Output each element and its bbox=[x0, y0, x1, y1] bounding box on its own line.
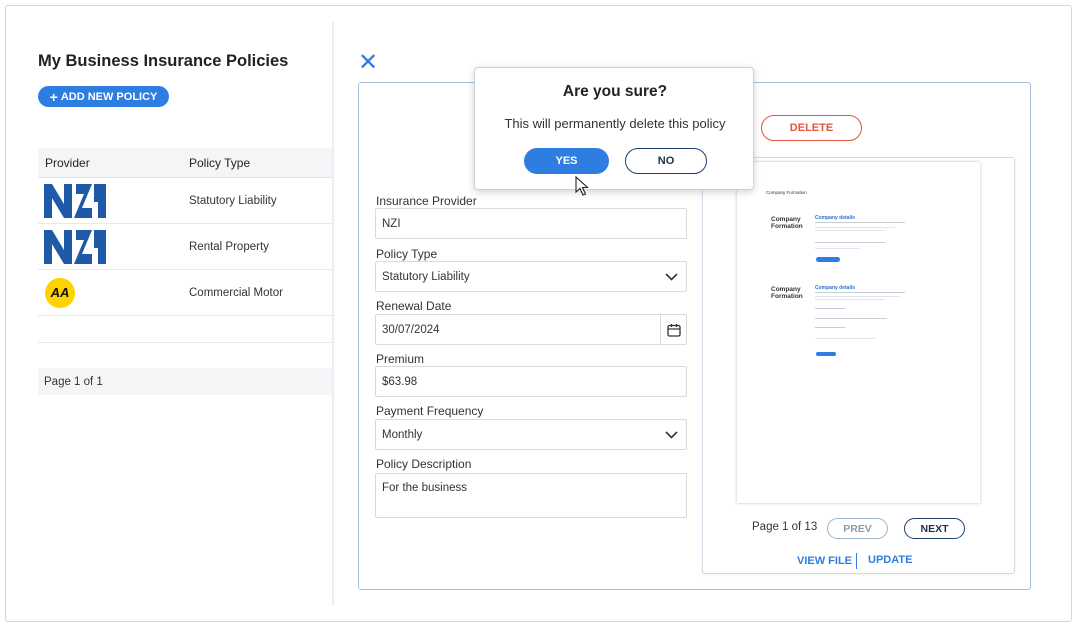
dialog-title: Are you sure? bbox=[562, 83, 668, 100]
policy-type-select[interactable]: Statutory Liability bbox=[375, 261, 687, 292]
insurance-provider-label: Insurance Provider bbox=[376, 194, 477, 208]
policy-description-label: Policy Description bbox=[376, 457, 472, 471]
mouse-cursor-icon bbox=[575, 176, 589, 196]
column-provider: Provider bbox=[45, 155, 90, 170]
payment-frequency-select[interactable]: Monthly bbox=[375, 419, 687, 450]
document-page-thumbnail[interactable]: Company Formation Company Formation Comp… bbox=[737, 162, 980, 503]
table-row-empty bbox=[38, 316, 333, 343]
yes-button[interactable]: YES bbox=[524, 148, 609, 174]
drawer-divider bbox=[332, 22, 335, 606]
doc-section-title: Company details bbox=[815, 215, 856, 221]
add-new-policy-button[interactable]: + ADD NEW POLICY bbox=[38, 86, 169, 107]
nzi-logo bbox=[44, 183, 106, 218]
table-row[interactable]: Rental Property bbox=[38, 224, 333, 270]
doc-section-left: Company Formation bbox=[771, 216, 803, 230]
table-row[interactable]: Statutory Liability bbox=[38, 178, 333, 224]
policy-description-textarea[interactable]: For the business bbox=[375, 473, 687, 518]
payment-frequency-value: Monthly bbox=[382, 428, 423, 441]
add-new-policy-label: ADD NEW POLICY bbox=[60, 90, 158, 103]
update-link[interactable]: UPDATE bbox=[868, 554, 912, 566]
insurance-provider-input[interactable]: NZI bbox=[375, 208, 687, 239]
policy-type-cell: Commercial Motor bbox=[189, 286, 283, 299]
table-row[interactable]: AA Commercial Motor bbox=[38, 270, 333, 316]
close-icon[interactable]: ✕ bbox=[358, 51, 378, 75]
plus-icon: + bbox=[49, 88, 58, 105]
table-header: Provider Policy Type bbox=[38, 148, 333, 178]
column-policy-type: Policy Type bbox=[189, 155, 251, 170]
chevron-down-icon bbox=[665, 431, 678, 439]
preview-pager: Page 1 of 13 bbox=[752, 521, 818, 533]
insurance-provider-value: NZI bbox=[382, 217, 401, 230]
renewal-date-value: 30/07/2024 bbox=[382, 323, 440, 336]
renewal-date-label: Renewal Date bbox=[376, 299, 452, 313]
prev-button[interactable]: PREV bbox=[827, 518, 888, 539]
dialog-message: This will permanently delete this policy bbox=[504, 116, 726, 131]
view-file-link[interactable]: VIEW FILE bbox=[797, 555, 852, 567]
calendar-icon[interactable] bbox=[660, 315, 686, 344]
aa-logo: AA bbox=[45, 277, 75, 308]
policy-type-label: Policy Type bbox=[376, 247, 438, 261]
link-separator bbox=[856, 553, 857, 569]
next-button[interactable]: NEXT bbox=[904, 518, 965, 539]
policy-type-value: Statutory Liability bbox=[382, 270, 470, 283]
premium-label: Premium bbox=[376, 352, 425, 366]
premium-input[interactable]: $63.98 bbox=[375, 366, 687, 397]
renewal-date-input[interactable]: 30/07/2024 bbox=[375, 314, 687, 345]
premium-value: $63.98 bbox=[382, 375, 418, 388]
chevron-down-icon bbox=[665, 273, 678, 281]
doc-header: Company Formation bbox=[766, 190, 807, 195]
no-button[interactable]: NO bbox=[625, 148, 707, 174]
payment-frequency-label: Payment Frequency bbox=[376, 404, 484, 418]
doc-section-left-2: Company Formation bbox=[771, 286, 803, 300]
doc-section-title-2: Company details bbox=[815, 285, 856, 291]
list-pager: Page 1 of 1 bbox=[38, 368, 333, 395]
nzi-logo bbox=[44, 229, 106, 264]
policy-type-cell: Statutory Liability bbox=[189, 194, 277, 207]
confirm-delete-dialog: Are you sure? This will permanently dele… bbox=[474, 67, 754, 190]
delete-button[interactable]: DELETE bbox=[761, 115, 862, 141]
page-title: My Business Insurance Policies bbox=[38, 52, 289, 70]
policy-type-cell: Rental Property bbox=[189, 240, 269, 253]
policies-table: Provider Policy Type Statutory Liability… bbox=[38, 148, 333, 343]
